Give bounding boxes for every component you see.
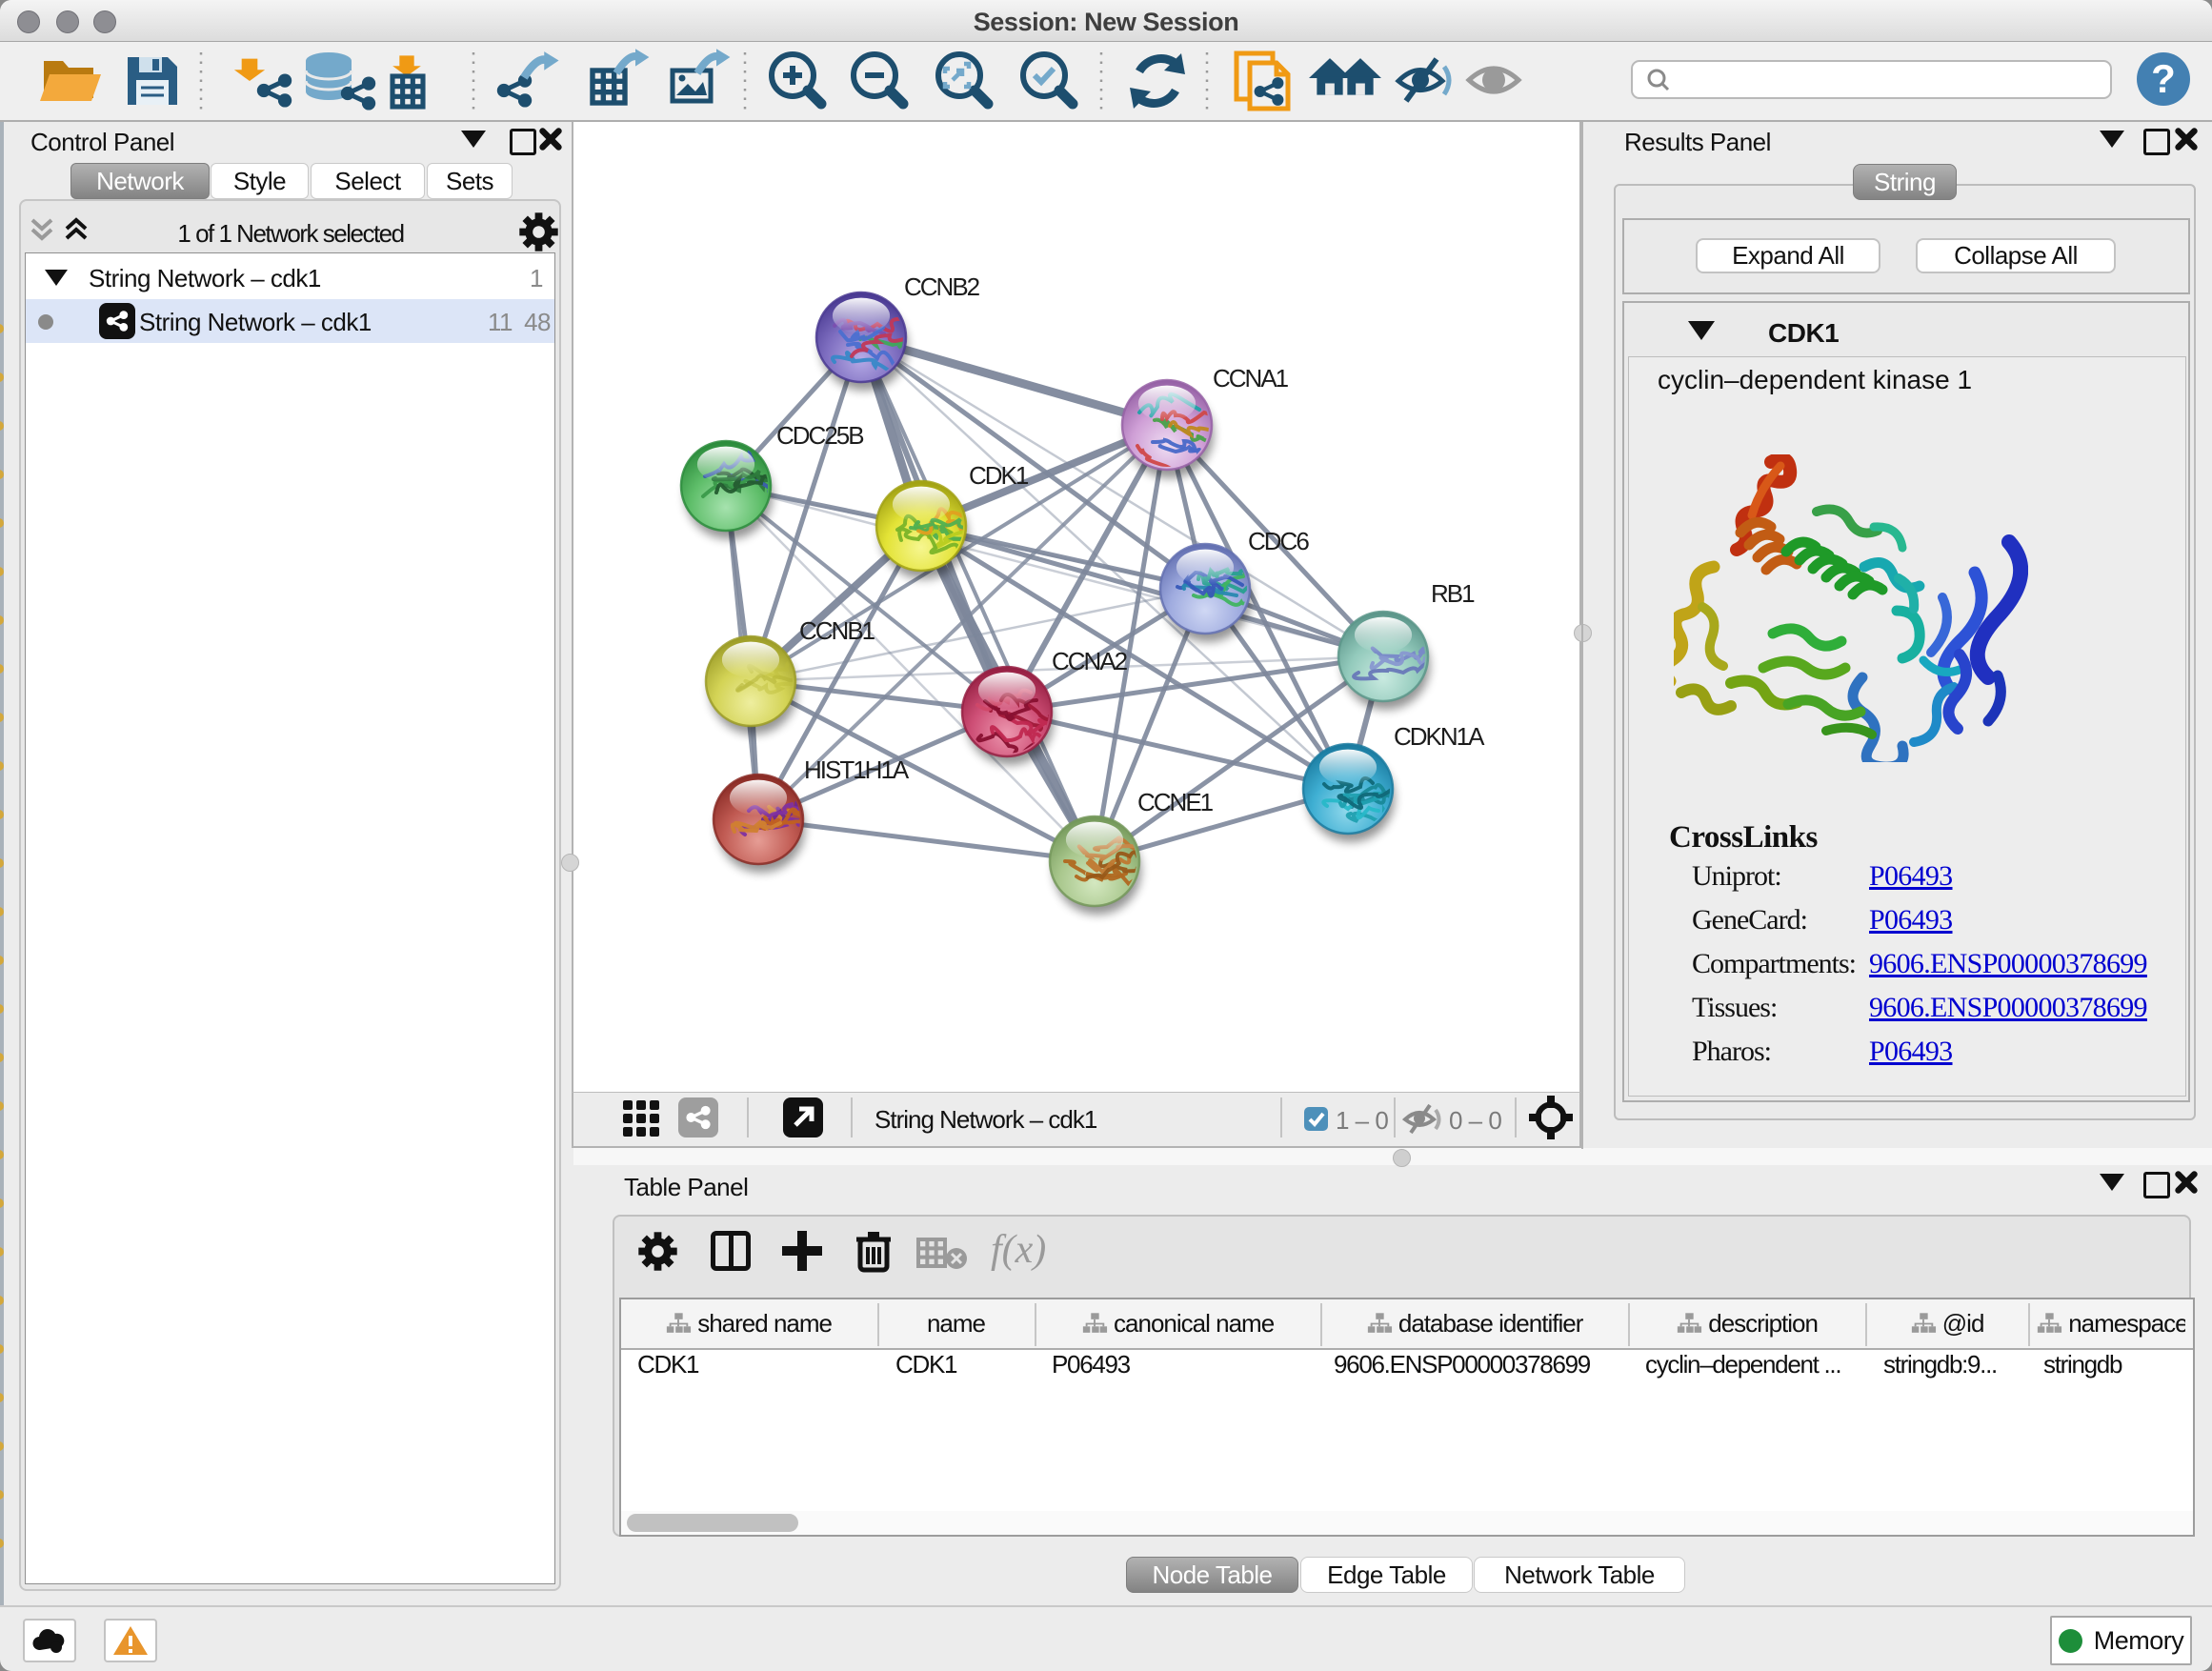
svg-text:CCNB2: CCNB2 bbox=[904, 272, 980, 301]
svg-text:CCNB1: CCNB1 bbox=[799, 616, 875, 645]
svg-text:CDC25B: CDC25B bbox=[776, 421, 863, 450]
svg-text:CCNA2: CCNA2 bbox=[1052, 647, 1128, 675]
svg-text:CDK1: CDK1 bbox=[969, 461, 1029, 490]
svg-text:CDKN1A: CDKN1A bbox=[1394, 722, 1485, 751]
svg-text:CCNA1: CCNA1 bbox=[1213, 364, 1289, 393]
svg-text:CCNE1: CCNE1 bbox=[1137, 788, 1214, 816]
svg-text:?: ? bbox=[2151, 56, 2176, 101]
svg-text:HIST1H1A: HIST1H1A bbox=[804, 755, 910, 784]
svg-text:RB1: RB1 bbox=[1431, 579, 1475, 608]
svg-text:CDC6: CDC6 bbox=[1248, 527, 1309, 555]
